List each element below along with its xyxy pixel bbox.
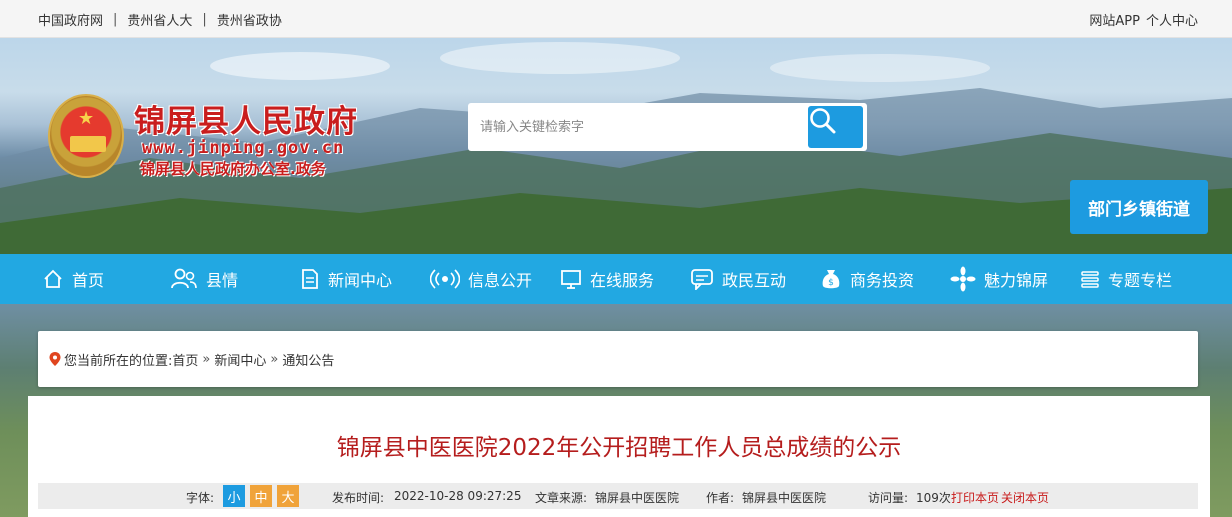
- publish-time-label: 发布时间:: [332, 491, 385, 505]
- nav-label: 专题专栏: [1108, 271, 1173, 290]
- nav-item-home[interactable]: 首页: [42, 254, 104, 304]
- logo-title: 锦屏县人民政府: [134, 104, 358, 140]
- article-source: 锦屏县中医医院: [595, 491, 680, 505]
- font-medium-button[interactable]: 中: [250, 485, 272, 507]
- font-large-button[interactable]: 大: [277, 485, 299, 507]
- document-icon: [302, 269, 318, 289]
- link-website-app[interactable]: 网站APP: [1089, 10, 1140, 29]
- search-box: [468, 103, 867, 151]
- nav-item-news-center[interactable]: 新闻中心: [300, 254, 392, 304]
- author-label: 作者:: [706, 491, 735, 505]
- top-links: 中国政府网 | 贵州省人大 | 贵州省政协: [38, 10, 282, 29]
- logo-subtitle: 锦屏县人民政府办公室.政务: [140, 160, 326, 178]
- monitor-icon: [561, 270, 581, 289]
- money-bag-icon: $: [822, 270, 840, 289]
- breadcrumb-separator: »: [270, 351, 279, 367]
- publish-time: 2022-10-28 09:27:25: [394, 489, 522, 503]
- nav-label: 魅力锦屏: [984, 271, 1049, 290]
- nav-label: 商务投资: [850, 271, 915, 290]
- top-right-links: 网站APP 个人中心: [1089, 10, 1198, 29]
- top-bar: 中国政府网 | 贵州省人大 | 贵州省政协 网站APP 个人中心: [0, 0, 1232, 38]
- home-icon: [44, 269, 62, 288]
- nav-item-info-disclosure[interactable]: 信息公开: [430, 254, 532, 304]
- nav-label: 县情: [206, 271, 239, 290]
- nav-label: 新闻中心: [328, 271, 393, 290]
- breadcrumb-prefix: 您当前所在的位置:: [64, 353, 173, 369]
- national-emblem-icon: ★: [48, 94, 124, 178]
- print-page-link[interactable]: 打印本页: [951, 489, 999, 506]
- article-meta-bar: 字体: 小 中 大 发布时间: 2022-10-28 09:27:25 文章来源…: [38, 483, 1198, 509]
- nav-item-charm-jinping[interactable]: 魅力锦屏: [950, 254, 1048, 304]
- source-label: 文章来源:: [535, 491, 588, 505]
- visit-count: 109次: [916, 491, 951, 505]
- separator: |: [113, 12, 118, 27]
- department-township-button[interactable]: 部门乡镇街道: [1070, 180, 1208, 234]
- logo-url: www.jinping.gov.cn: [142, 138, 345, 158]
- flower-icon: [950, 266, 976, 292]
- list-icon: [1081, 271, 1099, 288]
- close-page-link[interactable]: 关闭本页: [1001, 489, 1049, 506]
- link-guizhou-npc[interactable]: 贵州省人大: [127, 10, 192, 29]
- svg-text:$: $: [828, 278, 834, 288]
- breadcrumb: 您当前所在的位置: 首页 » 新闻中心 » 通知公告: [38, 331, 1198, 387]
- nav-label: 首页: [72, 271, 105, 290]
- font-size-label: 字体:: [186, 491, 215, 505]
- visits-label: 访问量:: [868, 491, 909, 505]
- link-personal-center[interactable]: 个人中心: [1146, 10, 1198, 29]
- link-guizhou-cppcc[interactable]: 贵州省政协: [217, 10, 282, 29]
- search-button[interactable]: [808, 106, 863, 148]
- font-small-button[interactable]: 小: [223, 485, 245, 507]
- people-icon: [171, 268, 197, 289]
- article-title: 锦屏县中医医院2022年公开招聘工作人员总成绩的公示: [336, 435, 902, 461]
- location-pin-icon: [49, 352, 61, 366]
- breadcrumb-home[interactable]: 首页: [172, 350, 198, 369]
- nav-item-online-service[interactable]: 在线服务: [560, 254, 654, 304]
- article-author: 锦屏县中医医院: [742, 491, 827, 505]
- breadcrumb-separator: »: [202, 351, 211, 367]
- link-gov-cn[interactable]: 中国政府网: [38, 10, 103, 29]
- breadcrumb-notices[interactable]: 通知公告: [282, 350, 334, 369]
- separator: |: [202, 12, 207, 27]
- nav-item-special-topics[interactable]: 专题专栏: [1080, 254, 1172, 304]
- broadcast-icon: [430, 269, 460, 289]
- header-banner: ★ 锦屏县人民政府 www.jinping.gov.cn 锦屏县人民政府办公室.…: [0, 38, 1232, 254]
- nav-label: 政民互动: [722, 271, 787, 290]
- main-nav: 首页 县情 新闻中心 信息公开 在线服务 政民互动 $ 商务投资 魅力锦屏 专题…: [0, 254, 1232, 304]
- nav-label: 在线服务: [590, 271, 655, 290]
- nav-item-county-info[interactable]: 县情: [170, 254, 238, 304]
- site-logo[interactable]: ★ 锦屏县人民政府 www.jinping.gov.cn 锦屏县人民政府办公室.…: [48, 94, 378, 184]
- nav-label: 信息公开: [468, 271, 533, 290]
- breadcrumb-news-center[interactable]: 新闻中心: [214, 350, 266, 369]
- article-panel: 锦屏县中医医院2022年公开招聘工作人员总成绩的公示 字体: 小 中 大 发布时…: [28, 396, 1210, 517]
- nav-item-business-investment[interactable]: $ 商务投资: [820, 254, 914, 304]
- nav-item-interaction[interactable]: 政民互动: [690, 254, 786, 304]
- chat-icon: [691, 269, 713, 290]
- search-input[interactable]: [480, 117, 800, 137]
- search-icon: [810, 108, 836, 134]
